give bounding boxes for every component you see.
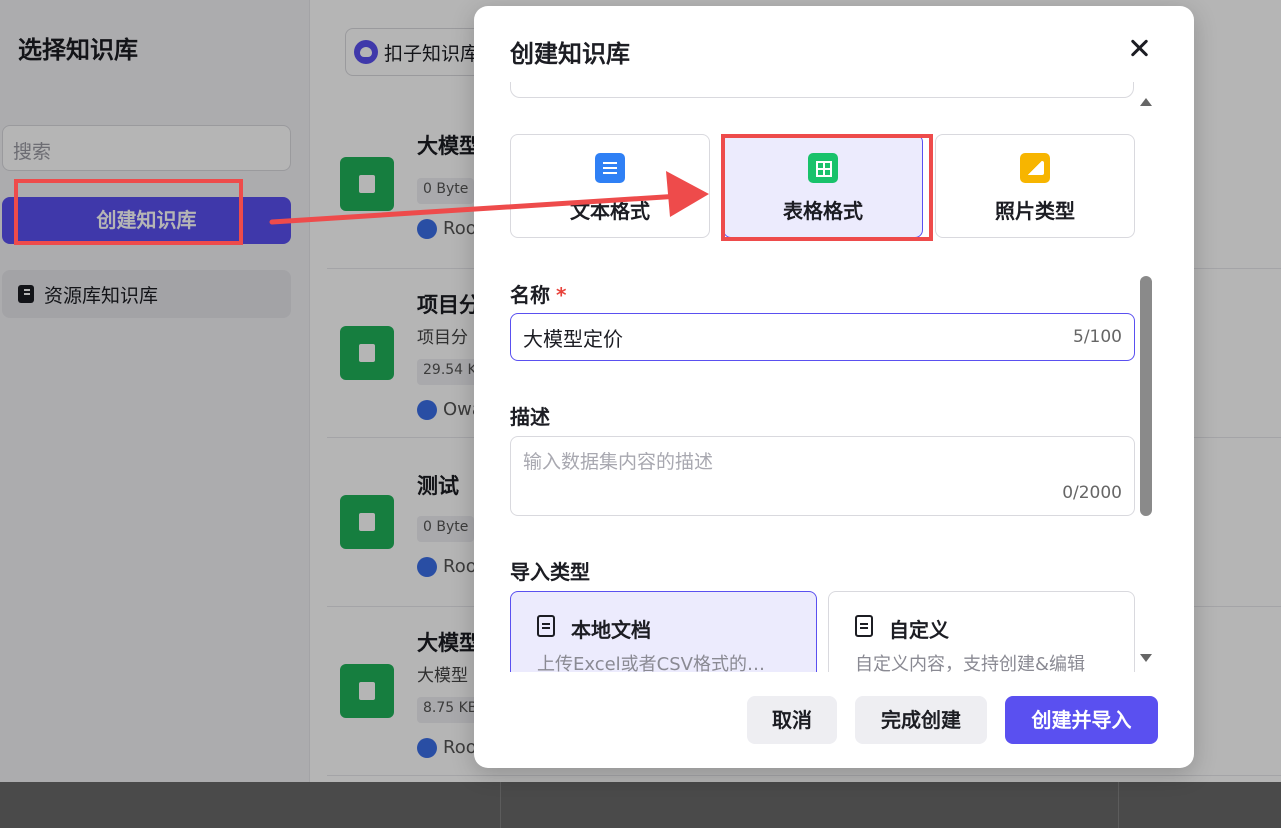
description-textarea[interactable]: 输入数据集内容的描述 0/2000: [510, 436, 1135, 516]
divider: [500, 782, 501, 828]
name-label: 名称 *: [510, 279, 566, 308]
scroll-fade: [504, 672, 1144, 686]
type-card-text[interactable]: 文本格式: [510, 134, 710, 238]
scroll-down-arrow-icon[interactable]: [1140, 654, 1152, 662]
image-icon: [1020, 153, 1050, 183]
description-char-count: 0/2000: [1062, 483, 1122, 503]
type-card-label: 照片类型: [995, 199, 1075, 223]
annotation-box: [721, 134, 933, 241]
document-icon: [595, 153, 625, 183]
description-label: 描述: [510, 405, 550, 429]
import-option-custom[interactable]: 自定义 自定义内容，支持创建&编辑: [828, 591, 1135, 681]
import-option-title: 本地文档: [571, 618, 651, 642]
clipped-field-edge: [510, 82, 1134, 98]
import-option-title: 自定义: [889, 618, 949, 642]
create-and-import-button[interactable]: 创建并导入: [1005, 696, 1158, 744]
bottom-bar: [0, 782, 1281, 828]
import-type-label: 导入类型: [510, 560, 590, 584]
scroll-up-arrow-icon[interactable]: [1140, 98, 1152, 106]
type-card-label: 文本格式: [570, 199, 650, 223]
close-icon[interactable]: [1127, 36, 1153, 62]
dialog-title: 创建知识库: [510, 40, 630, 68]
required-mark: *: [556, 283, 567, 307]
name-char-count: 5/100: [1073, 327, 1122, 347]
name-input[interactable]: 大模型定价 5/100: [510, 313, 1135, 361]
type-card-image[interactable]: 照片类型: [935, 134, 1135, 238]
name-label-text: 名称: [510, 283, 550, 307]
finish-create-button[interactable]: 完成创建: [855, 696, 987, 744]
import-option-local-document[interactable]: 本地文档 上传Excel或者CSV格式的…: [510, 591, 817, 681]
description-placeholder: 输入数据集内容的描述: [523, 451, 714, 473]
annotation-box: [14, 179, 243, 245]
divider: [1118, 782, 1119, 828]
scrollbar-thumb[interactable]: [1140, 276, 1152, 516]
document-icon: [537, 615, 555, 637]
name-input-value: 大模型定价: [523, 326, 623, 351]
cancel-button[interactable]: 取消: [747, 696, 837, 744]
create-knowledge-base-dialog: 创建知识库 文本格式 表格格式 照片类型 名称 * 大模型定价 5/100 描述 …: [474, 6, 1194, 768]
edit-document-icon: [855, 615, 873, 637]
